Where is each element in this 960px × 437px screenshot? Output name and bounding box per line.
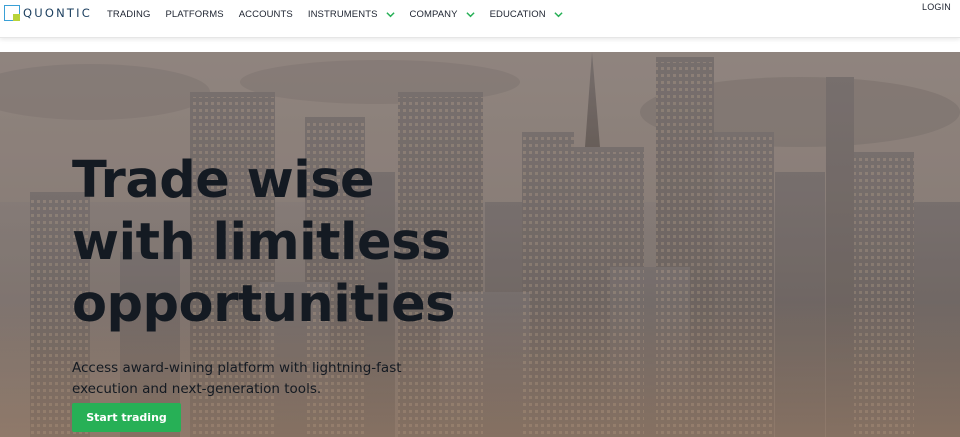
hero-title-line: Trade wise bbox=[72, 151, 375, 210]
chevron-down-icon bbox=[465, 12, 475, 18]
nav-item-label: INSTRUMENTS bbox=[307, 9, 378, 20]
nav-item-label: PLATFORMS bbox=[165, 9, 224, 20]
nav-item-education[interactable]: EDUCATION bbox=[490, 9, 563, 20]
chevron-down-icon bbox=[554, 12, 563, 18]
hero-content: Trade wise with limitless opportunities … bbox=[72, 150, 492, 400]
quontic-logo[interactable]: QUONTIC bbox=[4, 5, 92, 21]
logo-text: QUONTIC bbox=[23, 6, 92, 20]
nav-item-instruments[interactable]: INSTRUMENTS bbox=[308, 9, 395, 20]
start-trading-button[interactable]: Start trading bbox=[72, 403, 181, 432]
nav-item-company[interactable]: COMPANY bbox=[410, 9, 475, 20]
nav-item-trading[interactable]: TRADING bbox=[107, 9, 150, 20]
hero-title: Trade wise with limitless opportunities bbox=[72, 150, 492, 336]
hero-title-line: with limitless bbox=[72, 213, 451, 272]
site-header: QUONTIC TRADING PLATFORMS ACCOUNTS INSTR… bbox=[0, 0, 960, 38]
hero-section: Trade wise with limitless opportunities … bbox=[0, 52, 960, 437]
nav-item-accounts[interactable]: ACCOUNTS bbox=[239, 9, 293, 20]
hero-subtitle: Access award-wining platform with lightn… bbox=[72, 358, 402, 400]
hero-title-line: opportunities bbox=[72, 275, 456, 334]
nav-item-label: ACCOUNTS bbox=[238, 9, 293, 20]
login-link[interactable]: LOGIN bbox=[922, 2, 951, 12]
nav-item-platforms[interactable]: PLATFORMS bbox=[165, 9, 223, 20]
hero-subtitle-line: execution and next-generation tools. bbox=[72, 381, 322, 397]
logo-mark-icon bbox=[4, 5, 20, 21]
chevron-down-icon bbox=[385, 12, 395, 18]
main-nav: TRADING PLATFORMS ACCOUNTS INSTRUMENTS C… bbox=[107, 9, 578, 20]
nav-item-label: EDUCATION bbox=[489, 9, 546, 20]
nav-item-label: TRADING bbox=[107, 9, 151, 20]
nav-item-label: COMPANY bbox=[409, 9, 458, 20]
hero-subtitle-line: Access award-wining platform with lightn… bbox=[72, 360, 402, 376]
